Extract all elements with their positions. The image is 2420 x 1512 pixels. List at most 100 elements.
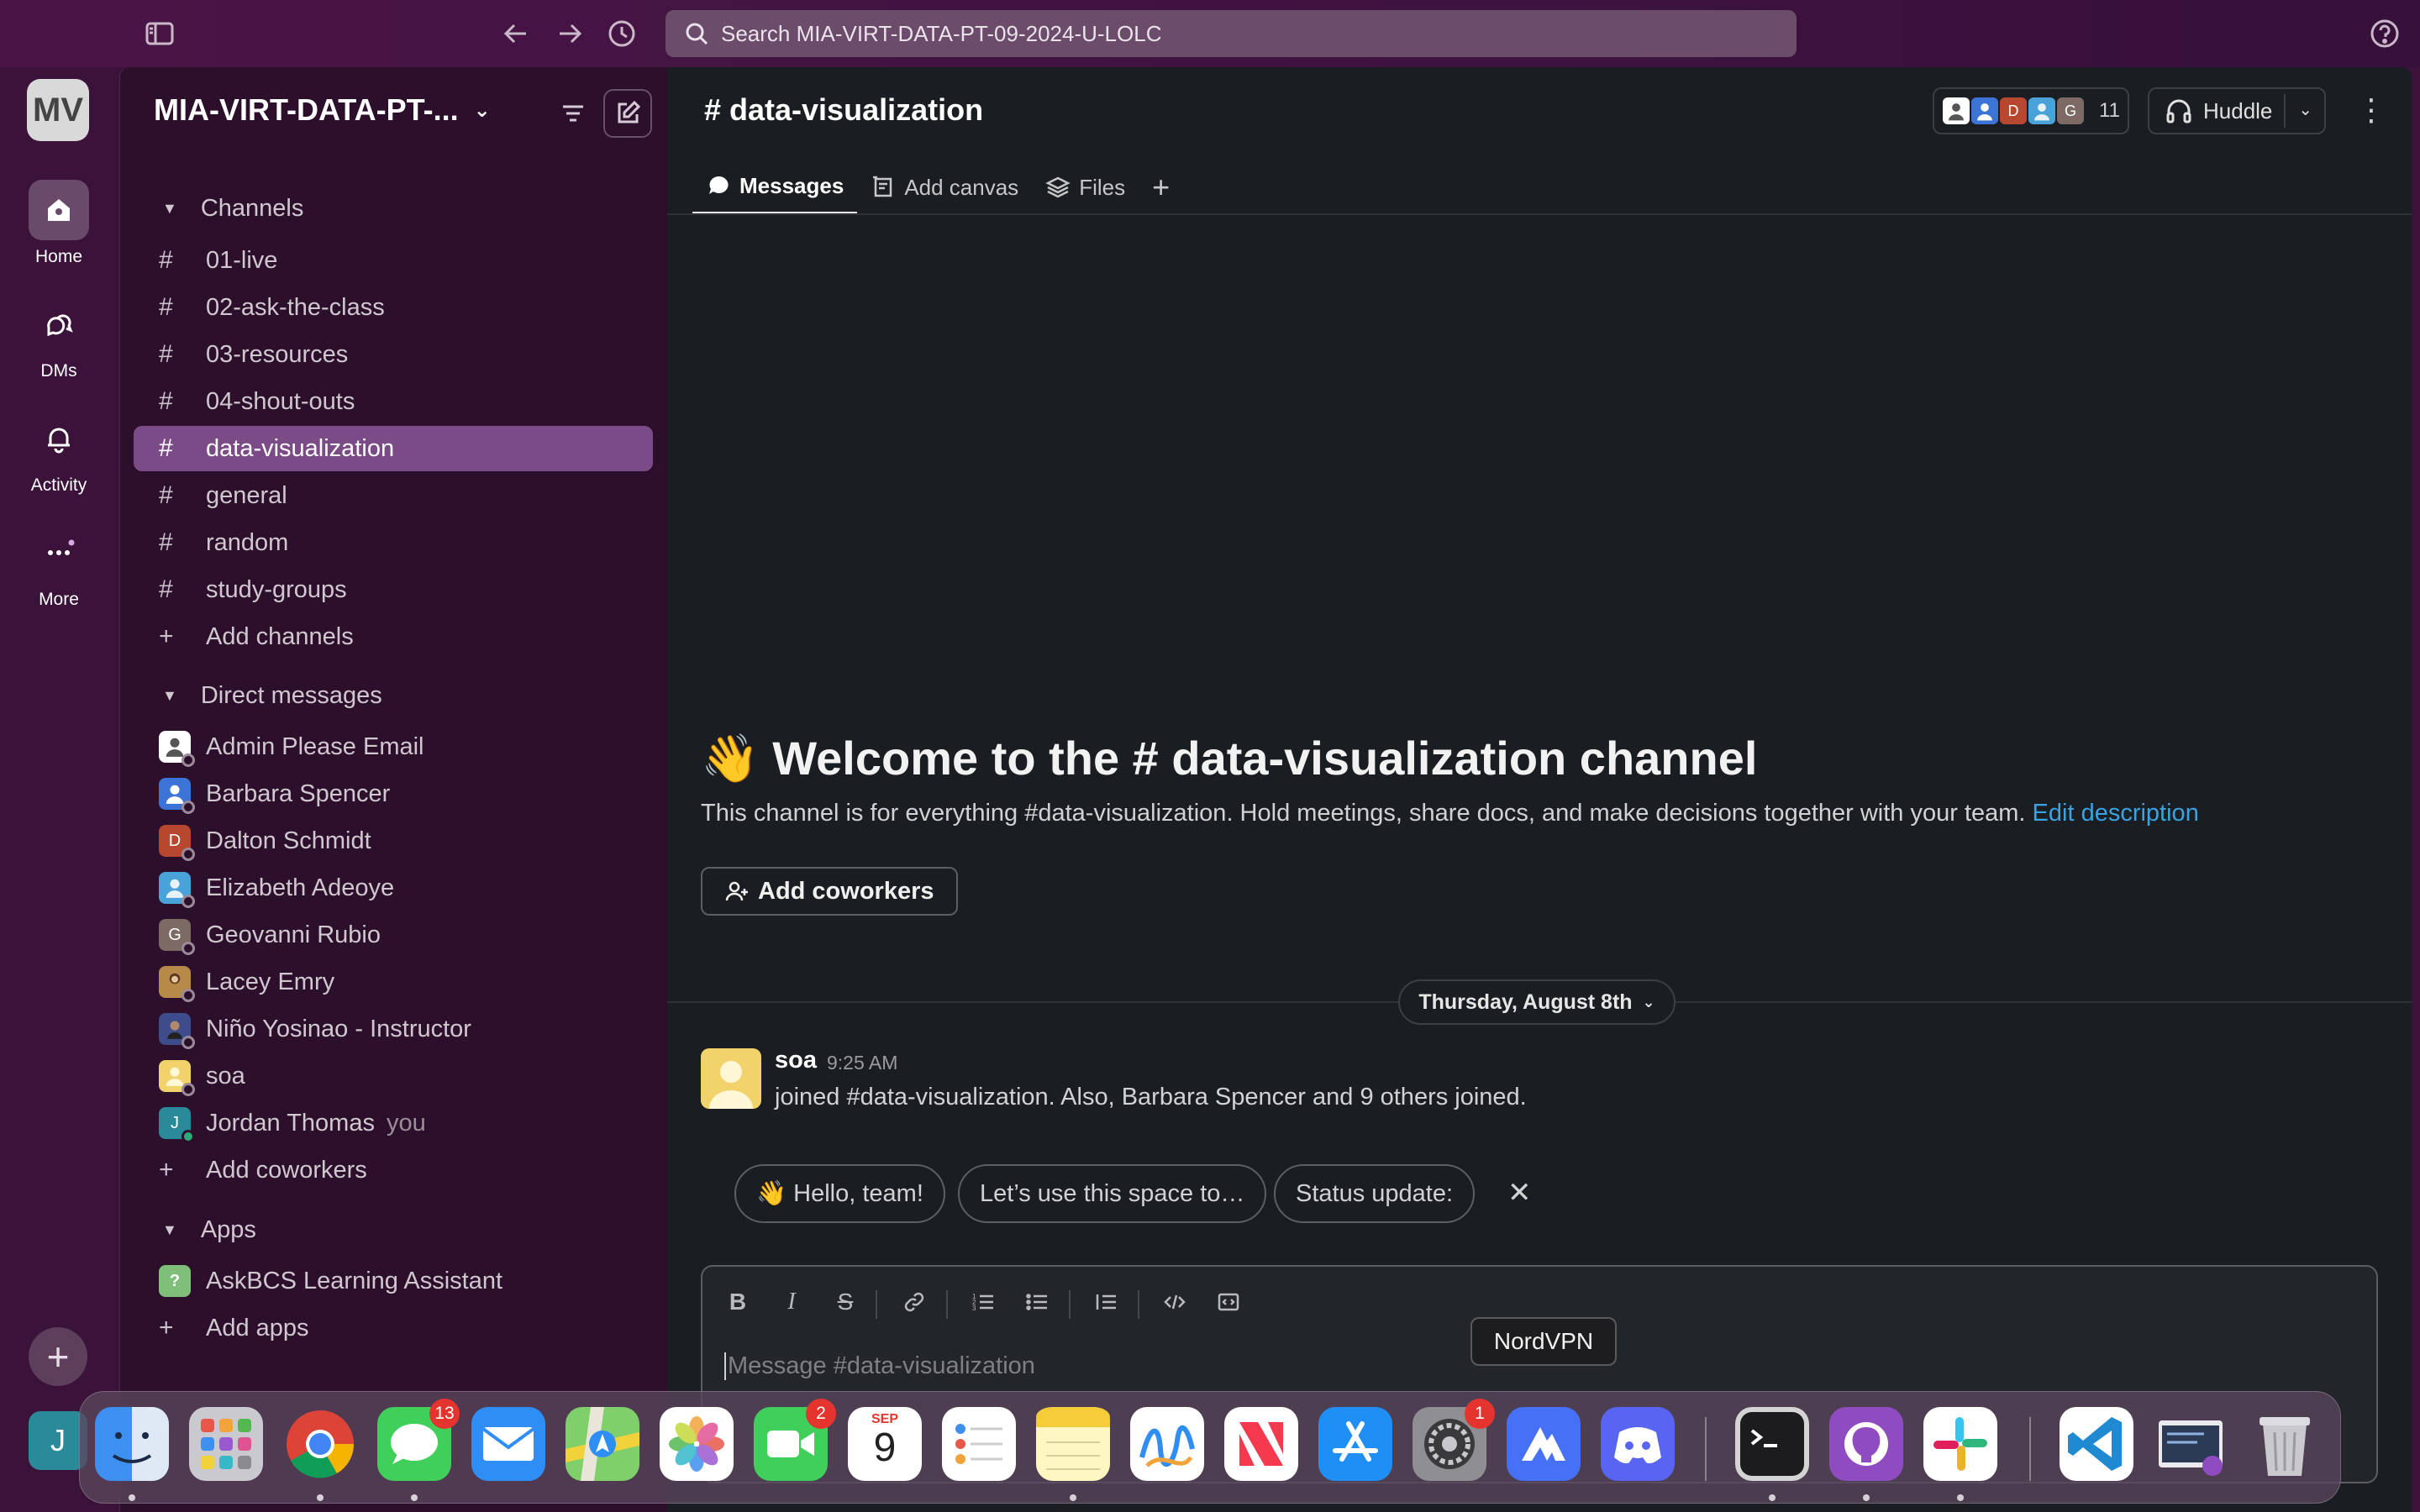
huddle-button[interactable]: Huddle ⌄ xyxy=(2148,87,2326,134)
add-workspace-button[interactable]: + xyxy=(29,1327,87,1386)
filter-icon[interactable] xyxy=(549,89,597,138)
terminal-icon[interactable] xyxy=(1735,1407,1809,1481)
presence-away-icon xyxy=(182,1036,195,1049)
rail-more[interactable]: More xyxy=(0,522,118,610)
channel-item[interactable]: # random xyxy=(134,520,653,565)
avatar[interactable] xyxy=(701,1048,761,1109)
bold-icon[interactable]: B xyxy=(721,1285,755,1319)
dm-item[interactable]: soa xyxy=(134,1053,653,1099)
channel-item[interactable]: #03-resources xyxy=(134,332,653,377)
system-settings-icon[interactable]: 1 xyxy=(1413,1399,1495,1481)
messages-icon[interactable]: 13 xyxy=(377,1399,460,1481)
tab-files[interactable]: Files xyxy=(1032,160,1139,215)
more-options-icon[interactable]: ⋮ xyxy=(2356,92,2386,128)
dm-item[interactable]: D Dalton Schmidt xyxy=(134,818,653,864)
add-coworkers-button[interactable]: Add coworkers xyxy=(701,867,958,916)
trash-icon[interactable] xyxy=(2248,1407,2322,1481)
message-author[interactable]: soa xyxy=(775,1047,817,1074)
calendar-icon[interactable]: SEP 9 xyxy=(848,1407,922,1481)
finder-icon[interactable] xyxy=(95,1407,169,1481)
dm-item[interactable]: Elizabeth Adeoye xyxy=(134,865,653,911)
facetime-icon[interactable]: 2 xyxy=(754,1399,836,1481)
presence-active-icon xyxy=(182,1130,195,1143)
channel-item[interactable]: # general xyxy=(134,473,653,518)
ordered-list-icon[interactable]: 123 xyxy=(966,1285,1000,1319)
vscode-icon[interactable] xyxy=(2060,1407,2133,1481)
add-channels-button[interactable]: + Add channels xyxy=(134,614,653,659)
channels-section-toggle[interactable]: ▼ Channels xyxy=(162,195,303,223)
suggestion-chip[interactable]: Let’s use this space to… xyxy=(958,1164,1267,1223)
rail-more-label: More xyxy=(39,590,79,609)
dm-item[interactable]: Niño Yosinao - Instructor xyxy=(134,1006,653,1052)
add-apps-button[interactable]: + Add apps xyxy=(134,1305,653,1351)
add-tab-button[interactable]: + xyxy=(1139,160,1183,215)
blockquote-icon[interactable] xyxy=(1089,1285,1123,1319)
tab-messages[interactable]: Messages xyxy=(692,160,858,215)
help-icon[interactable] xyxy=(2368,17,2402,50)
message-input[interactable]: Message #data-visualization xyxy=(724,1352,1035,1380)
rail-home[interactable]: Home xyxy=(0,180,118,267)
dm-item[interactable]: Lacey Emry xyxy=(134,959,653,1005)
reminders-icon[interactable] xyxy=(942,1407,1016,1481)
code-icon[interactable] xyxy=(1158,1285,1192,1319)
github-desktop-icon[interactable] xyxy=(1829,1407,1903,1481)
suggestion-chip[interactable]: 👋 Hello, team! xyxy=(734,1164,945,1223)
chevron-down-icon[interactable]: ⌄ xyxy=(2298,99,2312,120)
bullet-list-icon[interactable] xyxy=(1020,1285,1054,1319)
date-divider-button[interactable]: Thursday, August 8th ⌄ xyxy=(1398,979,1676,1025)
divider xyxy=(1069,1290,1071,1319)
downloads-folder-icon[interactable] xyxy=(2154,1407,2228,1481)
members-button[interactable]: D G 11 xyxy=(1933,87,2129,134)
app-item[interactable]: ? AskBCS Learning Assistant xyxy=(134,1258,653,1304)
maps-icon[interactable] xyxy=(566,1407,639,1481)
chrome-icon[interactable] xyxy=(283,1407,357,1481)
workspace-avatar[interactable]: MV xyxy=(27,79,89,141)
sidebar-toggle-icon[interactable] xyxy=(143,17,176,50)
plus-icon: + xyxy=(159,1156,174,1184)
channel-item[interactable]: # study-groups xyxy=(134,567,653,612)
launchpad-icon[interactable] xyxy=(189,1407,263,1481)
files-icon xyxy=(1045,176,1071,198)
apps-section-toggle[interactable]: ▼ Apps xyxy=(162,1216,256,1244)
wave-emoji: 👋 xyxy=(701,732,760,785)
edit-description-link[interactable]: Edit description xyxy=(2033,800,2199,827)
dm-item[interactable]: G Geovanni Rubio xyxy=(134,912,653,958)
close-icon[interactable]: ✕ xyxy=(1507,1176,1532,1210)
dm-item[interactable]: Admin Please Email xyxy=(134,724,653,769)
link-icon[interactable] xyxy=(897,1285,931,1319)
forward-arrow-icon[interactable] xyxy=(553,17,587,50)
history-icon[interactable] xyxy=(605,17,639,50)
message-timestamp[interactable]: 9:25 AM xyxy=(827,1052,897,1074)
dm-item[interactable]: Barbara Spencer xyxy=(134,771,653,816)
workspace-rail: MV Home DMs Activity More + xyxy=(0,67,118,1512)
code-block-icon[interactable] xyxy=(1212,1285,1245,1319)
suggestion-chip[interactable]: Status update: xyxy=(1274,1164,1476,1223)
freeform-icon[interactable] xyxy=(1130,1407,1204,1481)
dm-section-toggle[interactable]: ▼ Direct messages xyxy=(162,682,382,710)
add-coworkers-button[interactable]: + Add coworkers xyxy=(134,1147,653,1193)
compose-icon[interactable] xyxy=(603,89,652,138)
news-icon[interactable] xyxy=(1224,1407,1298,1481)
tab-add-canvas[interactable]: Add canvas xyxy=(857,160,1032,215)
channel-item-selected[interactable]: # data-visualization xyxy=(134,426,653,471)
search-input[interactable]: Search MIA-VIRT-DATA-PT-09-2024-U-LOLC xyxy=(666,10,1797,57)
rail-dms[interactable]: DMs xyxy=(0,294,118,381)
photos-icon[interactable] xyxy=(660,1407,734,1481)
rail-activity[interactable]: Activity xyxy=(0,408,118,496)
notes-icon[interactable] xyxy=(1036,1407,1110,1481)
channel-item[interactable]: #04-shout-outs xyxy=(134,379,653,424)
slack-icon[interactable] xyxy=(1923,1407,1997,1481)
nordvpn-icon[interactable] xyxy=(1507,1407,1581,1481)
back-arrow-icon[interactable] xyxy=(499,17,533,50)
channel-item[interactable]: #01-live xyxy=(134,238,653,283)
workspace-name-button[interactable]: MIA-VIRT-DATA-PT-... ⌄ xyxy=(154,92,491,128)
channel-item[interactable]: #02-ask-the-class xyxy=(134,285,653,330)
dm-item-self[interactable]: J Jordan Thomas you xyxy=(134,1100,653,1146)
channel-name: general xyxy=(206,481,287,509)
discord-icon[interactable] xyxy=(1601,1407,1675,1481)
strikethrough-icon[interactable]: S xyxy=(829,1285,862,1319)
channel-title[interactable]: # data-visualization xyxy=(704,92,983,128)
app-store-icon[interactable] xyxy=(1318,1407,1392,1481)
mail-icon[interactable] xyxy=(471,1407,545,1481)
italic-icon[interactable]: I xyxy=(775,1285,808,1319)
